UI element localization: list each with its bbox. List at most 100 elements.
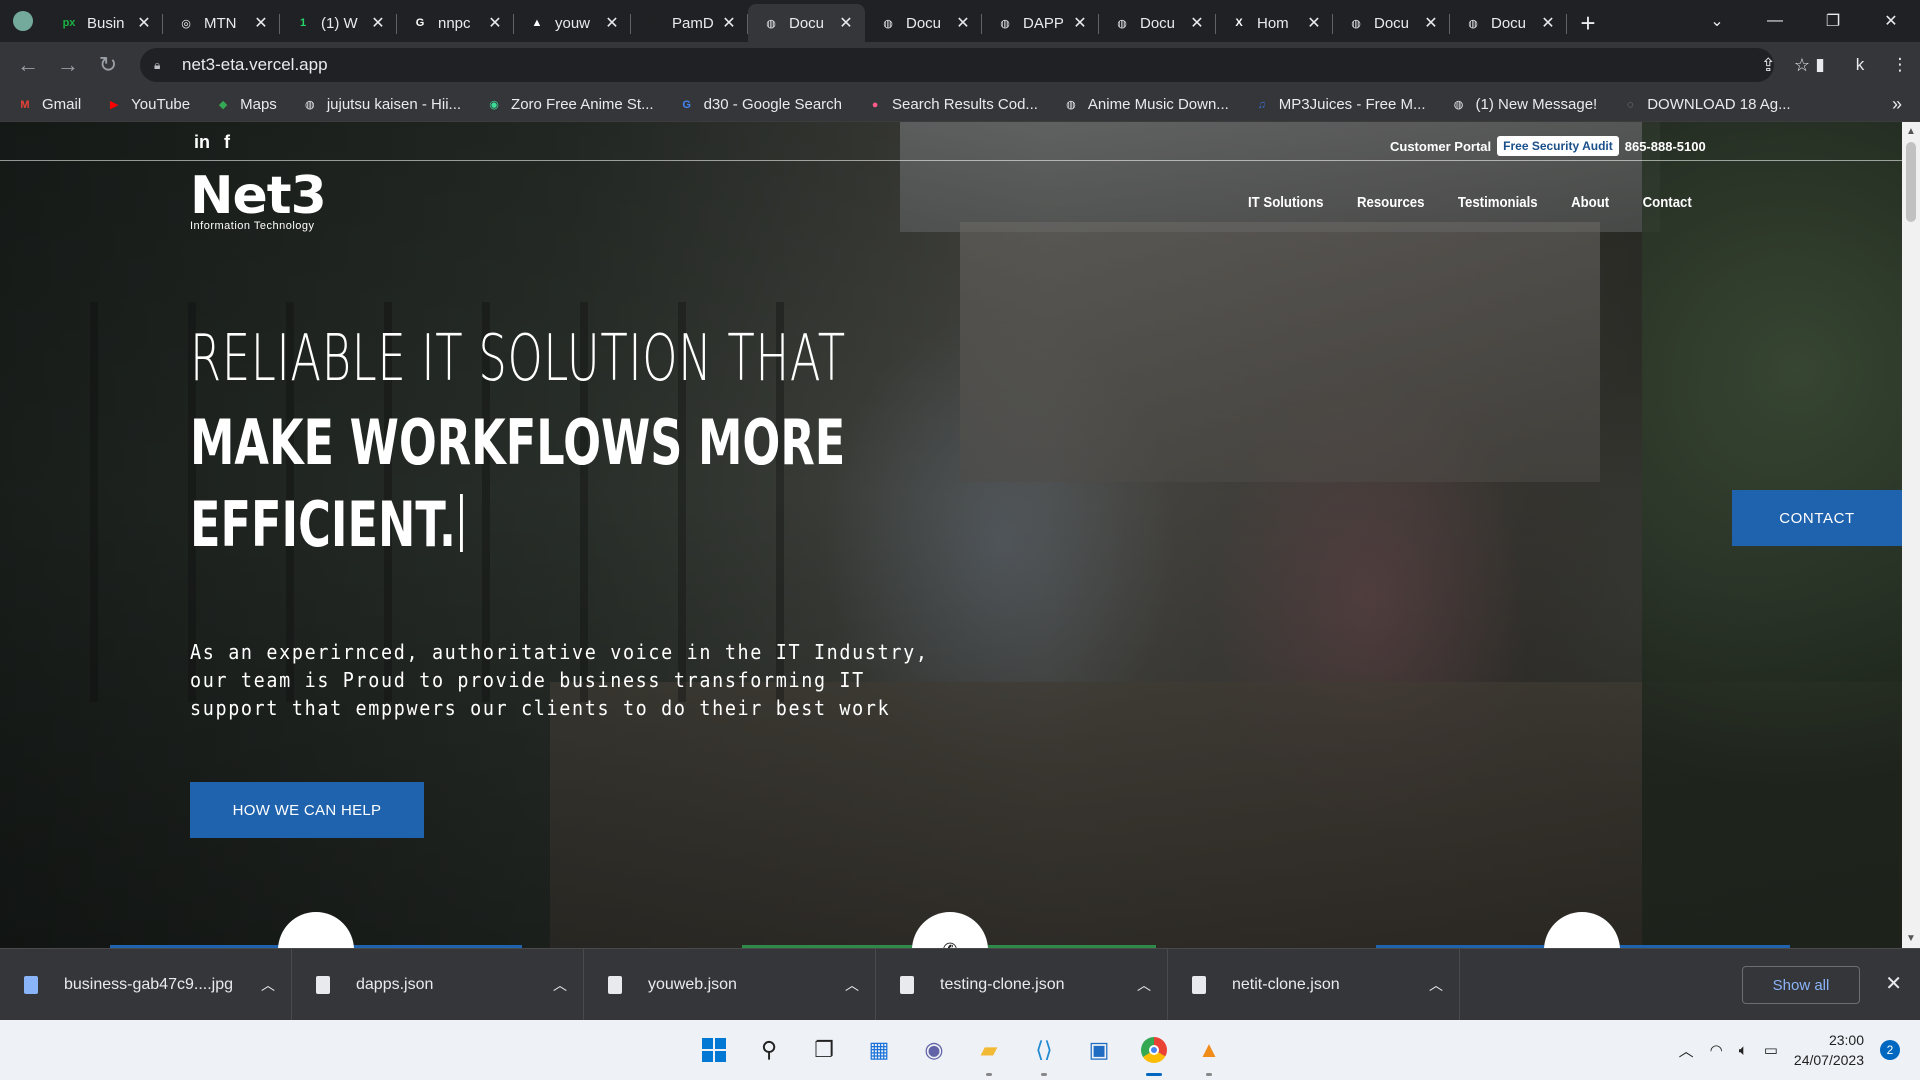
scroll-up-arrow[interactable]: ▲ (1902, 126, 1920, 137)
bookmark-item[interactable]: ● Search Results Cod... (866, 96, 1038, 113)
chevron-up-icon[interactable]: ︿ (553, 975, 567, 995)
how-we-can-help-button[interactable]: HOW WE CAN HELP (190, 782, 424, 838)
wifi-icon[interactable]: ◠ (1710, 1041, 1723, 1059)
vscode-icon[interactable]: ⟨⟩ (1024, 1030, 1064, 1076)
chrome-icon[interactable] (1134, 1030, 1174, 1076)
bookmark-item[interactable]: M Gmail (16, 96, 81, 113)
linkedin-icon[interactable]: in (194, 132, 210, 153)
browser-tab[interactable]: 1 (1) W ✕ (280, 4, 397, 42)
profile-avatar[interactable]: k (1840, 55, 1880, 75)
clock-date: 24/07/2023 (1793, 1052, 1864, 1068)
customer-portal-link[interactable]: Customer Portal (1390, 139, 1491, 154)
back-button[interactable]: ← (8, 45, 48, 85)
net3-logo[interactable]: Net3 Information Technology (190, 170, 327, 232)
phone-number[interactable]: 865-888-5100 (1625, 139, 1706, 154)
download-item[interactable]: dapps.json ︿ (292, 948, 584, 1021)
tab-close-icon[interactable]: ✕ (1422, 13, 1440, 33)
close-shelf-icon[interactable]: ✕ (1885, 971, 1902, 996)
tab-search-icon[interactable]: ⌄ (1688, 0, 1746, 42)
tab-close-icon[interactable]: ✕ (837, 13, 855, 33)
widgets-icon[interactable]: ▦ (859, 1030, 899, 1070)
facebook-icon[interactable]: f (224, 132, 230, 153)
notification-badge[interactable]: 2 (1880, 1040, 1900, 1060)
more-bookmarks-icon[interactable]: » (1892, 94, 1902, 115)
volume-icon[interactable]: 🔈︎ (1739, 1042, 1748, 1059)
tab-close-icon[interactable]: ✕ (1188, 13, 1206, 33)
address-bar[interactable]: 🔒︎ net3-eta.vercel.app (140, 48, 1774, 82)
nav-contact[interactable]: Contact (1643, 194, 1692, 211)
browser-tab[interactable]: ◍ Docu ✕ (1450, 4, 1567, 42)
bookmark-item[interactable]: ◌ DOWNLOAD 18 Ag... (1621, 96, 1791, 113)
chat-icon[interactable]: ◉ (914, 1030, 954, 1070)
nav-resources[interactable]: Resources (1357, 194, 1425, 211)
browser-tab[interactable]: P PamD ✕ (631, 4, 748, 42)
microsoft-store-icon[interactable]: ▣ (1079, 1030, 1119, 1070)
scroll-down-arrow[interactable]: ▼ (1902, 933, 1920, 944)
tab-close-icon[interactable]: ✕ (954, 13, 972, 33)
tab-close-icon[interactable]: ✕ (486, 13, 504, 33)
browser-tab[interactable]: ◍ Docu ✕ (865, 4, 982, 42)
battery-icon[interactable]: ▭ (1764, 1041, 1778, 1059)
start-icon[interactable] (694, 1030, 734, 1070)
tab-close-icon[interactable]: ✕ (252, 13, 270, 33)
bookmark-item[interactable]: ◆ Maps (214, 96, 277, 113)
browser-tab[interactable]: ◍ Docu ✕ (748, 4, 865, 42)
restore-button[interactable]: ❐ (1804, 0, 1862, 42)
side-panel-icon[interactable]: ▮ (1800, 55, 1840, 75)
tab-close-icon[interactable]: ✕ (1071, 13, 1089, 33)
new-tab-button[interactable]: + (1567, 4, 1609, 42)
browser-tab[interactable]: ◍ Docu ✕ (1333, 4, 1450, 42)
download-item[interactable]: netit-clone.json ︿ (1168, 948, 1460, 1021)
tab-close-icon[interactable]: ✕ (369, 13, 387, 33)
tab-close-icon[interactable]: ✕ (603, 13, 621, 33)
browser-tab[interactable]: ◍ Docu ✕ (1099, 4, 1216, 42)
bookmark-item[interactable]: ◉ Zoro Free Anime St... (485, 96, 653, 113)
show-all-downloads-button[interactable]: Show all (1742, 966, 1860, 1004)
bookmark-item[interactable]: ◍ (1) New Message! (1450, 96, 1598, 113)
chevron-up-icon[interactable]: ︿ (1137, 975, 1151, 995)
bookmark-item[interactable]: Gd30 - Google Search (678, 96, 842, 113)
reload-button[interactable]: ↻ (88, 45, 128, 85)
browser-tab[interactable]: ▲ youw ✕ (514, 4, 631, 42)
chevron-up-icon[interactable]: ︿ (1429, 975, 1443, 995)
close-window-button[interactable]: ✕ (1862, 0, 1920, 42)
tab-favicon-icon: P (650, 17, 658, 29)
minimize-button[interactable]: — (1746, 0, 1804, 42)
browser-tab[interactable]: ◎ MTN ✕ (163, 4, 280, 42)
floating-contact-button[interactable]: CONTACT (1732, 490, 1902, 546)
pinned-tab[interactable] (0, 0, 46, 42)
lock-icon[interactable]: 🔒︎ (154, 58, 168, 73)
browser-tab[interactable]: px Busin ✕ (46, 4, 163, 42)
search-icon[interactable]: ⚲ (749, 1030, 789, 1070)
download-item[interactable]: testing-clone.json ︿ (876, 948, 1168, 1021)
scroll-thumb[interactable] (1906, 142, 1916, 222)
tab-close-icon[interactable]: ✕ (720, 13, 738, 33)
chevron-up-icon[interactable]: ︿ (845, 975, 859, 995)
download-item[interactable]: youweb.json ︿ (584, 948, 876, 1021)
task-view-icon[interactable]: ❐ (804, 1030, 844, 1070)
nav-it-solutions[interactable]: IT Solutions (1248, 194, 1324, 211)
chevron-up-icon[interactable]: ︿ (1679, 1040, 1694, 1061)
file-explorer-icon[interactable]: ▰ (969, 1030, 1009, 1076)
nav-about[interactable]: About (1571, 194, 1609, 211)
share-icon[interactable]: ⇪ (1761, 55, 1776, 76)
bookmark-item[interactable]: ◍ jujutsu kaisen - Hii... (301, 96, 461, 113)
browser-tab[interactable]: ◍ DAPP ✕ (982, 4, 1099, 42)
bookmark-item[interactable]: ▶ YouTube (105, 96, 190, 113)
tab-close-icon[interactable]: ✕ (1305, 13, 1323, 33)
tab-close-icon[interactable]: ✕ (135, 13, 153, 33)
vlc-icon[interactable]: ▲ (1189, 1030, 1229, 1076)
browser-tab[interactable]: X Hom ✕ (1216, 4, 1333, 42)
browser-tab[interactable]: Gnnpc ✕ (397, 4, 514, 42)
bookmark-item[interactable]: ◍ Anime Music Down... (1062, 96, 1229, 113)
tab-close-icon[interactable]: ✕ (1539, 13, 1557, 33)
clock[interactable]: 23:00 24/07/2023 (1794, 1030, 1864, 1070)
chevron-up-icon[interactable]: ︿ (261, 975, 275, 995)
bookmark-item[interactable]: ♫ MP3Juices - Free M... (1253, 96, 1426, 113)
forward-button[interactable]: → (48, 45, 88, 85)
nav-testimonials[interactable]: Testimonials (1458, 194, 1538, 211)
free-security-audit-button[interactable]: Free Security Audit (1497, 136, 1619, 156)
menu-icon[interactable]: ⋮ (1880, 55, 1920, 75)
download-item[interactable]: business-gab47c9....jpg ︿ (0, 948, 292, 1021)
page-scrollbar[interactable]: ▲ ▼ (1902, 122, 1920, 948)
